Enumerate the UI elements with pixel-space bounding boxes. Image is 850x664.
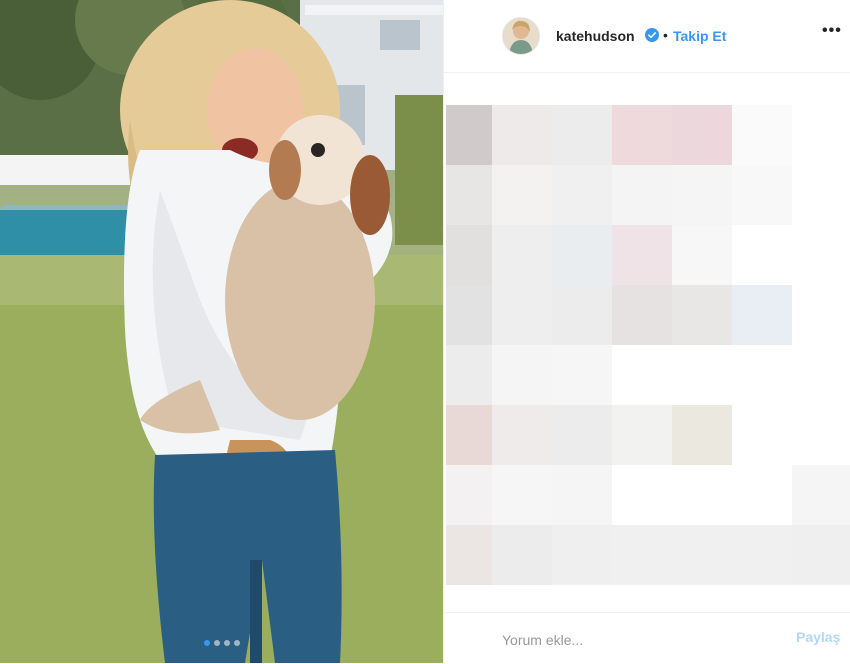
post-side-panel: katehudson • Takip Et ••• Yorum ekle... … xyxy=(443,0,850,663)
post-header: katehudson • Takip Et ••• xyxy=(444,0,850,73)
pixel-block xyxy=(552,225,612,285)
pixel-block xyxy=(612,105,672,165)
pixel-block xyxy=(672,285,732,345)
pixel-block xyxy=(552,285,612,345)
photo-scene xyxy=(0,0,443,663)
pixel-block xyxy=(446,405,492,465)
pixel-block xyxy=(446,225,492,285)
pixel-block xyxy=(492,345,552,405)
carousel-dot-4[interactable] xyxy=(233,640,240,646)
comment-bar: Paylaş xyxy=(444,612,850,664)
pixel-block xyxy=(552,405,612,465)
pixel-block xyxy=(492,225,552,285)
pixel-block xyxy=(446,345,492,405)
pixel-block xyxy=(552,465,612,525)
pixel-block xyxy=(552,105,612,165)
pixel-block xyxy=(552,165,612,225)
pixel-block xyxy=(672,525,732,585)
pixel-block xyxy=(446,165,492,225)
carousel-indicator xyxy=(0,640,443,646)
more-options-icon[interactable]: ••• xyxy=(822,22,842,40)
pixel-block xyxy=(492,105,552,165)
pixel-block xyxy=(672,165,732,225)
post-photo[interactable] xyxy=(0,0,443,663)
carousel-dot-2[interactable] xyxy=(213,640,220,646)
avatar[interactable] xyxy=(502,17,540,55)
comment-input[interactable] xyxy=(500,629,784,651)
pixel-block xyxy=(492,405,552,465)
pixel-block xyxy=(732,105,792,165)
carousel-dot-3[interactable] xyxy=(223,640,230,646)
pixel-block xyxy=(492,165,552,225)
pixel-block xyxy=(732,165,792,225)
pixel-block xyxy=(672,405,732,465)
pixel-block xyxy=(552,525,612,585)
share-button[interactable]: Paylaş xyxy=(796,629,840,645)
pixel-block xyxy=(446,285,492,345)
pixel-block xyxy=(612,525,672,585)
pixel-block xyxy=(612,165,672,225)
comments-area-pixelated xyxy=(444,73,850,613)
pixel-block xyxy=(612,405,672,465)
verified-badge-icon xyxy=(645,28,659,42)
avatar-image xyxy=(503,18,539,54)
follow-button[interactable]: Takip Et xyxy=(673,28,726,44)
carousel-dot-1[interactable] xyxy=(203,640,210,646)
username-link[interactable]: katehudson xyxy=(556,28,635,44)
pixel-block xyxy=(792,525,850,585)
pixel-block xyxy=(446,105,492,165)
pixel-block xyxy=(732,525,792,585)
pixel-block xyxy=(446,465,492,525)
pixel-block xyxy=(672,225,732,285)
pixel-block xyxy=(732,285,792,345)
pixel-block xyxy=(492,285,552,345)
pixel-block xyxy=(552,345,612,405)
pixel-block xyxy=(446,525,492,585)
pixel-block xyxy=(792,465,850,525)
pixel-block xyxy=(672,105,732,165)
pixel-block xyxy=(612,225,672,285)
pixel-block xyxy=(492,465,552,525)
header-separator: • xyxy=(663,27,668,43)
pixel-block xyxy=(612,285,672,345)
pixel-block xyxy=(492,525,552,585)
